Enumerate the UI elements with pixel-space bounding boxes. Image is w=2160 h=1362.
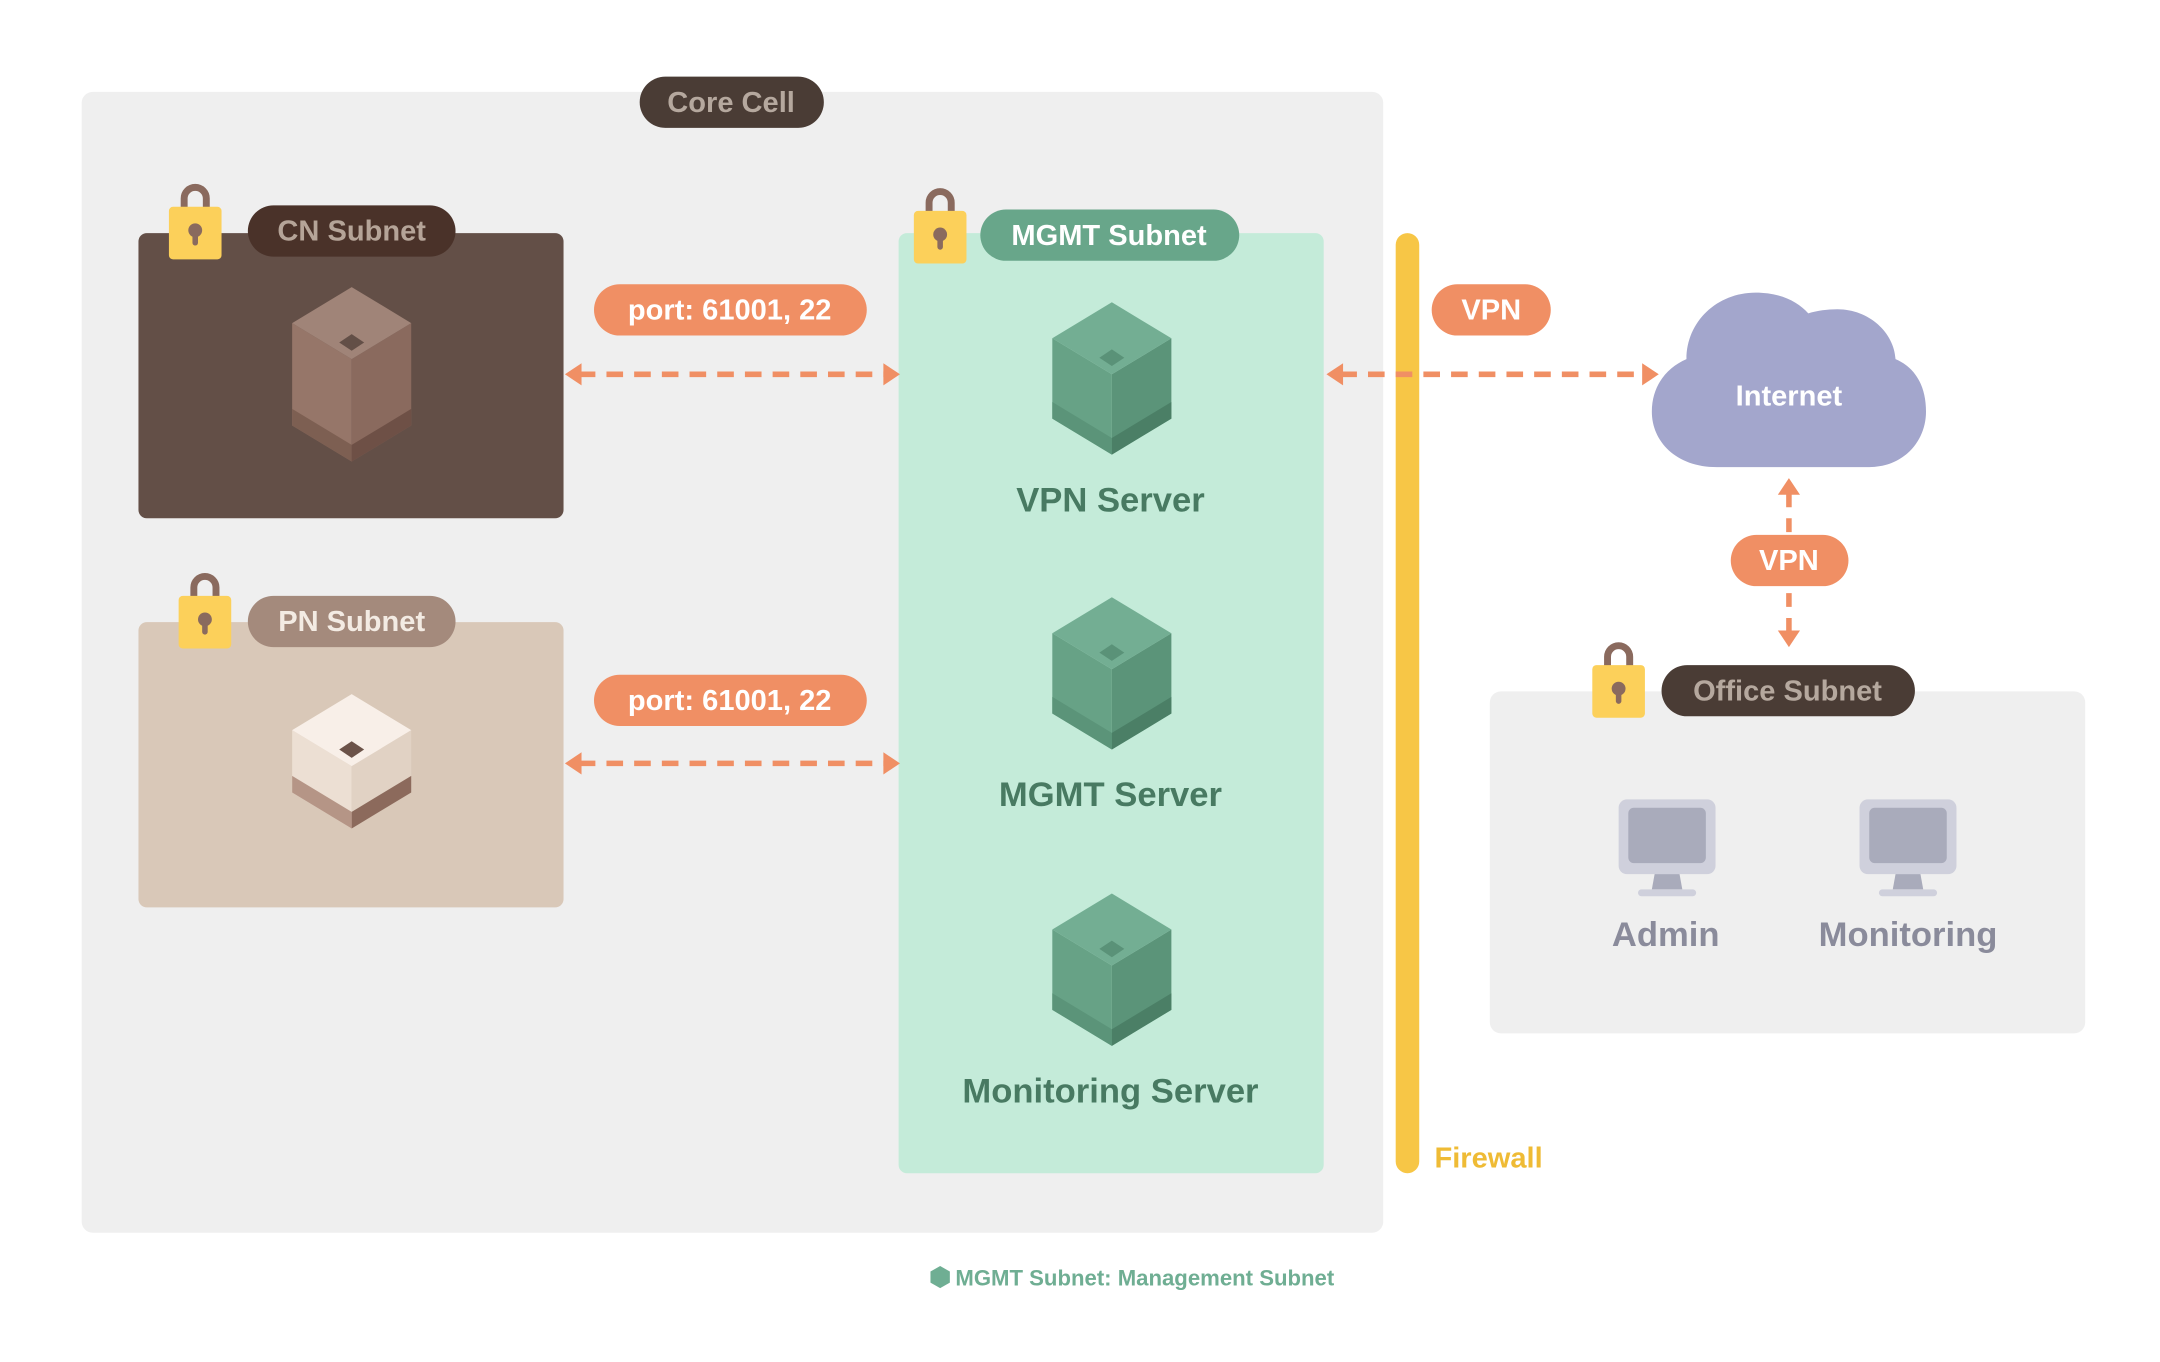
monitor-stand — [1892, 874, 1924, 890]
mgmt-server-label: MGMT Server — [999, 776, 1222, 814]
lock-keyhole-slot — [1615, 688, 1622, 704]
pn-port-label: port: 61001, 22 — [594, 674, 867, 726]
legend-text: MGMT Subnet: Management Subnet — [955, 1265, 1334, 1290]
legend-hexagon-icon — [930, 1266, 950, 1289]
monitor-base — [1638, 889, 1697, 897]
mgmt-subnet-label: MGMT Subnet — [980, 209, 1240, 261]
lock-icon — [1592, 642, 1645, 718]
vpn-office-label-text: VPN — [1759, 545, 1819, 577]
office-subnet-label-text: Office Subnet — [1693, 675, 1882, 707]
cn-port-label: port: 61001, 22 — [594, 284, 867, 336]
arrowhead-down — [1777, 630, 1800, 648]
monitoring-server-label: Monitoring Server — [962, 1073, 1258, 1111]
monitor-base — [1878, 889, 1938, 897]
lock-keyhole-slot — [202, 619, 208, 635]
vpn-internet-label: VPN — [1431, 284, 1551, 336]
office-subnet-box — [1489, 691, 2086, 1034]
core-cell-label: Core Cell — [639, 76, 824, 128]
monitor-screen — [1628, 807, 1706, 864]
cn-subnet-label-text: CN Subnet — [277, 216, 426, 248]
monitoring-computer-label: Monitoring — [1819, 916, 1998, 954]
monitor-screen — [1869, 807, 1947, 864]
mgmt-subnet-label-text: MGMT Subnet — [1011, 220, 1207, 252]
vpn-server-label: VPN Server — [1016, 481, 1205, 519]
lock-keyhole-slot — [937, 234, 943, 250]
cn-node-cube-icon — [292, 287, 412, 462]
admin-computer-label: Admin — [1612, 916, 1720, 954]
internet-label: Internet — [1736, 380, 1843, 412]
pn-subnet-label-text: PN Subnet — [278, 606, 425, 638]
network-diagram: Core Cell CN Subnet PN Subnet MGMT Subne… — [81, 76, 2086, 1290]
firewall-label: Firewall — [1434, 1143, 1542, 1175]
vpn-office-label: VPN — [1730, 534, 1849, 587]
pn-port-label-text: port: 61001, 22 — [628, 685, 832, 717]
arrowhead-up — [1777, 478, 1800, 495]
pn-subnet-label: PN Subnet — [247, 595, 456, 648]
office-subnet-label: Office Subnet — [1661, 665, 1915, 717]
lock-keyhole-slot — [192, 230, 198, 246]
monitor-stand — [1651, 874, 1683, 890]
cn-port-label-text: port: 61001, 22 — [628, 295, 832, 327]
cn-subnet-label: CN Subnet — [247, 205, 456, 257]
arrowhead-right — [1642, 363, 1659, 386]
core-cell-label-text: Core Cell — [667, 87, 795, 119]
vpn-internet-label-text: VPN — [1461, 295, 1521, 327]
